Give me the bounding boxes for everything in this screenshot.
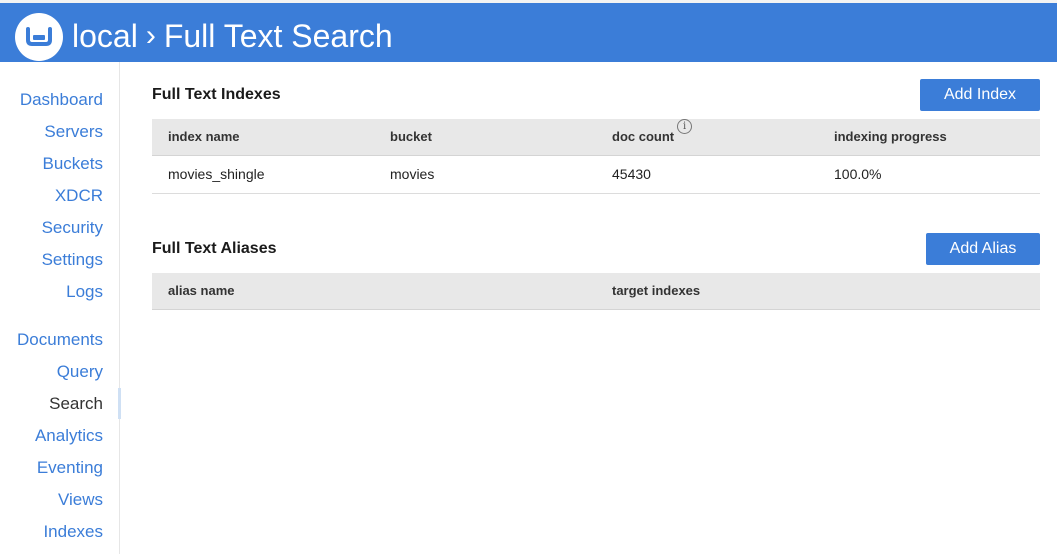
indexes-section-title: Full Text Indexes [152,86,281,103]
column-indexing-progress[interactable]: indexing progress [834,119,947,155]
sidebar-item-search[interactable]: Search [49,394,103,414]
add-index-button[interactable]: Add Index [920,79,1040,111]
info-icon[interactable]: i [677,119,693,134]
doc-count-cell: 45430 [612,166,651,182]
sidebar-item-query[interactable]: Query [57,362,103,382]
sidebar-item-eventing[interactable]: Eventing [37,458,103,478]
app-header: local › Full Text Search [0,3,1057,62]
column-doc-count[interactable]: doc count i [612,119,693,155]
sidebar-item-security[interactable]: Security [42,218,103,238]
page-title: Full Text Search [163,18,393,54]
sidebar-item-buckets[interactable]: Buckets [43,154,103,174]
index-name-cell[interactable]: movies_shingle [168,156,265,192]
column-index-name[interactable]: index name [168,119,240,155]
sidebar-item-servers[interactable]: Servers [44,122,103,142]
sidebar-nav: Dashboard Servers Buckets XDCR Security … [0,62,121,554]
sidebar-item-documents[interactable]: Documents [17,330,103,350]
progress-cell: 100.0% [834,166,882,182]
breadcrumb-cluster[interactable]: local [72,15,138,57]
sidebar-item-views[interactable]: Views [58,490,103,510]
indexes-table-header: index name bucket doc count i indexing pr… [152,119,1040,156]
column-alias-name[interactable]: alias name [168,273,235,309]
sidebar-item-indexes[interactable]: Indexes [43,522,103,542]
bucket-cell: movies [390,166,435,182]
chevron-right-icon: › [145,19,156,52]
active-indicator [118,388,121,419]
sidebar-item-analytics[interactable]: Analytics [35,426,103,446]
breadcrumb: local › Full Text Search [72,15,393,57]
column-target-indexes[interactable]: target indexes [612,273,700,309]
column-bucket[interactable]: bucket [390,119,432,155]
sidebar-item-dashboard[interactable]: Dashboard [20,90,103,110]
aliases-section-title: Full Text Aliases [152,240,277,257]
column-doc-count-label: doc count [612,129,675,144]
sidebar-item-settings[interactable]: Settings [42,250,103,270]
couchbase-logo-icon[interactable] [15,13,63,61]
table-row[interactable]: movies_shingle movies 45430 100.0% [152,156,1040,194]
aliases-table-header: alias name target indexes [152,273,1040,310]
sidebar-item-xdcr[interactable]: XDCR [55,186,103,206]
sidebar-item-logs[interactable]: Logs [66,282,103,302]
add-alias-button[interactable]: Add Alias [926,233,1040,265]
